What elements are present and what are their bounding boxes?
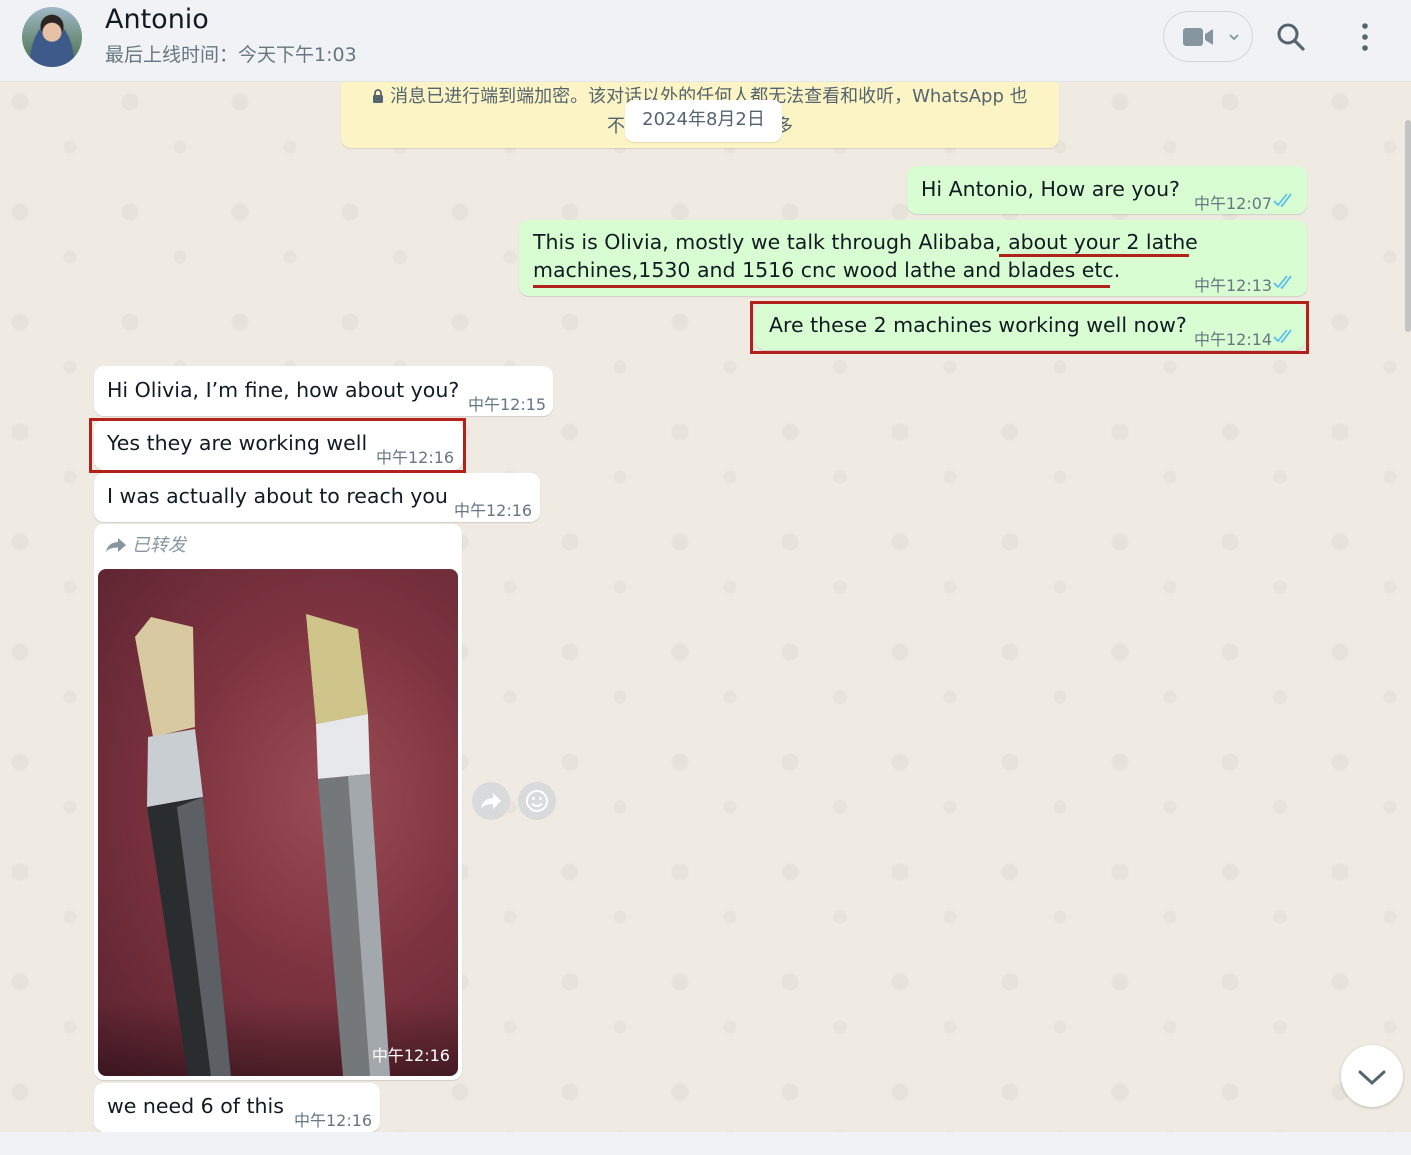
message-text: Are these 2 machines working well now? (769, 313, 1187, 337)
message-time: 中午12:16 (376, 448, 455, 467)
message-time: 中午12:15 (468, 395, 547, 414)
message-text: I was actually about to reach you (107, 484, 448, 508)
annotation-underline (533, 285, 1110, 288)
incoming-message[interactable]: we need 6 of this 中午12:16 (94, 1083, 380, 1132)
read-receipt-icon (1273, 193, 1292, 208)
video-call-icon (1183, 28, 1213, 46)
message-text: Hi Antonio, How are you? (921, 177, 1180, 201)
incoming-message[interactable]: I was actually about to reach you 中午12:1… (94, 473, 540, 522)
message-time: 中午12:16 (454, 501, 533, 520)
tool-bit-image (306, 614, 390, 1076)
scrollbar[interactable] (1405, 120, 1411, 332)
outgoing-message[interactable]: Hi Antonio, How are you? 中午12:07 (907, 166, 1307, 214)
message-text-line2: machines,1530 and 1516 cnc wood lathe an… (533, 258, 1121, 282)
read-receipt-icon (1273, 329, 1292, 344)
message-time: 中午12:16 (294, 1111, 373, 1130)
forwarded-label: 已转发 (132, 535, 186, 556)
forward-button[interactable] (472, 782, 510, 820)
lock-icon (372, 86, 390, 107)
last-seen-status: 最后上线时间：今天下午1:03 (105, 44, 357, 66)
encryption-notice-line2: 不 (607, 116, 625, 137)
forwarded-icon (106, 538, 126, 552)
incoming-message[interactable]: Yes they are working well 中午12:16 (94, 420, 463, 470)
message-time: 中午12:13 (1194, 276, 1273, 295)
annotation-underline (999, 254, 1189, 257)
forward-icon (481, 793, 501, 809)
message-list[interactable]: 消息已进行端到端加密。该对话以外的任何人都无法查看和收听，WhatsApp 也 … (0, 82, 1411, 1132)
chat-header: Antonio 最后上线时间：今天下午1:03 (0, 0, 1411, 82)
outgoing-message[interactable]: Are these 2 machines working well now? 中… (755, 304, 1305, 350)
contact-avatar[interactable] (22, 7, 82, 67)
emoji-react-button[interactable] (518, 782, 556, 820)
message-text-line1: This is Olivia, mostly we talk through A… (533, 230, 1198, 254)
contact-name[interactable]: Antonio (105, 4, 209, 35)
date-divider: 2024年8月2日 (625, 100, 782, 142)
message-text: Yes they are working well (107, 431, 368, 455)
message-text: we need 6 of this (107, 1094, 284, 1118)
message-time: 中午12:14 (1194, 330, 1273, 349)
message-time: 中午12:07 (1194, 194, 1273, 213)
message-time: 中午12:16 (371, 1046, 450, 1065)
incoming-message[interactable]: Hi Olivia, I’m fine, how about you? 中午12… (94, 366, 553, 416)
video-call-button[interactable] (1163, 11, 1253, 62)
tool-bit-image (135, 617, 231, 1076)
chevron-down-icon (1229, 34, 1239, 41)
search-icon[interactable] (1276, 22, 1306, 52)
menu-icon[interactable] (1355, 22, 1375, 52)
message-photo[interactable]: 中午12:16 (98, 569, 458, 1076)
incoming-image-message[interactable]: 已转发 中午12:16 (94, 524, 462, 1080)
emoji-react-icon (526, 790, 548, 812)
scroll-to-bottom-button[interactable] (1341, 1045, 1403, 1107)
read-receipt-icon (1273, 275, 1292, 290)
chevron-down-icon (1358, 1070, 1386, 1086)
message-text: Hi Olivia, I’m fine, how about you? (107, 378, 460, 402)
composer-bar[interactable] (0, 1132, 1411, 1155)
